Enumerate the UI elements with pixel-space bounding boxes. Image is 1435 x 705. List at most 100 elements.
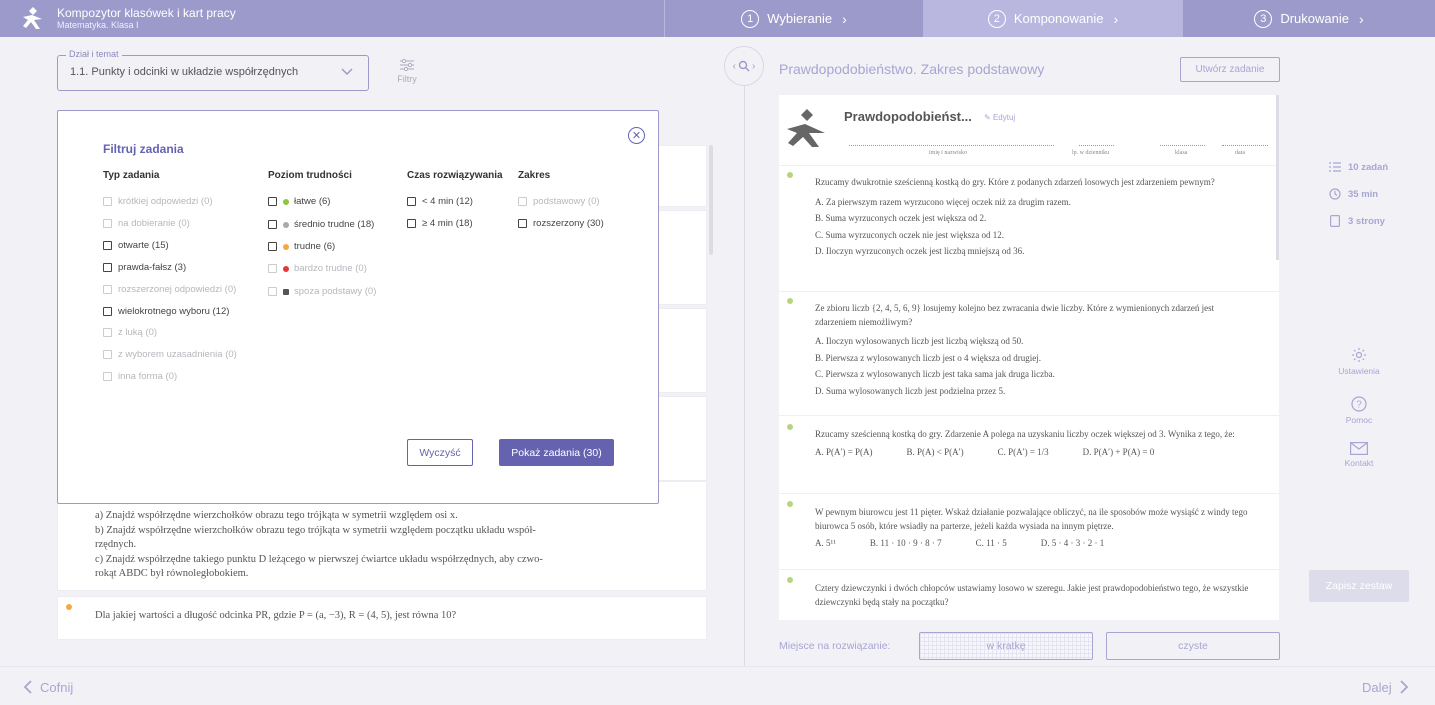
out-of-scope-icon	[283, 288, 289, 295]
checkbox[interactable]	[268, 197, 277, 206]
answer: A. 5¹¹	[815, 538, 836, 548]
option-label: prawda-fałsz (3)	[118, 262, 187, 273]
filter-option[interactable]: krótkiej odpowiedzi (0)	[103, 196, 213, 207]
checkbox[interactable]	[103, 241, 112, 250]
checkbox[interactable]	[268, 242, 277, 251]
answer: B. Suma wyrzuconych oczek jest większa o…	[815, 213, 987, 223]
checkbox[interactable]	[103, 350, 112, 359]
question-item[interactable]: Rzucamy sześcienną kostką do gry. Zdarze…	[779, 415, 1279, 491]
back-button[interactable]: Cofnij	[22, 679, 73, 695]
edit-title-link[interactable]: ✎ Edytuj	[984, 113, 1015, 122]
filter-option[interactable]: podstawowy (0)	[518, 196, 600, 207]
difficulty-dot	[66, 604, 72, 610]
filter-option[interactable]: otwarte (15)	[103, 240, 169, 251]
option-label: z wyborem uzasadnienia (0)	[118, 349, 237, 360]
filter-option[interactable]: spoza podstawy (0)	[268, 286, 376, 297]
preview-toggle-button[interactable]: ‹ ›	[724, 46, 764, 86]
checkbox[interactable]	[103, 372, 112, 381]
task-card[interactable]: Dla jakiej wartości a długość odcinka PR…	[57, 596, 707, 640]
step-komponowanie[interactable]: 2 Komponowanie ›	[923, 0, 1182, 37]
document-scrollbar[interactable]	[1276, 95, 1279, 260]
filter-option[interactable]: < 4 min (12)	[407, 196, 473, 207]
filter-option[interactable]: prawda-fałsz (3)	[103, 262, 186, 273]
filter-option[interactable]: trudne (6)	[268, 241, 335, 252]
filter-option[interactable]: inna forma (0)	[103, 371, 177, 382]
step-wybieranie[interactable]: 1 Wybieranie ›	[664, 0, 923, 37]
grid-space-button[interactable]: w kratkę	[919, 632, 1093, 660]
filter-option[interactable]: ≥ 4 min (18)	[407, 218, 473, 229]
step-label: Wybieranie	[767, 11, 833, 26]
next-label: Dalej	[1362, 679, 1392, 695]
checkbox[interactable]	[407, 219, 416, 228]
save-set-button[interactable]: Zapisz zestaw	[1309, 570, 1409, 602]
question-text: Ze zbioru liczb {2, 4, 5, 6, 9} losujemy…	[815, 303, 1215, 327]
checkbox[interactable]	[518, 197, 527, 206]
sliders-icon	[400, 58, 414, 72]
difficulty-dot	[787, 501, 793, 507]
footer-bar	[0, 666, 1435, 705]
filter-option[interactable]: łatwe (6)	[268, 196, 330, 207]
close-button[interactable]: ✕	[628, 127, 645, 144]
chevron-right-icon: ›	[1113, 10, 1119, 27]
question-item[interactable]: Cztery dziewczynki i dwóch chłopców usta…	[779, 569, 1279, 620]
difficulty-dot	[283, 243, 289, 250]
question-item[interactable]: Rzucamy dwukrotnie sześcienną kostką do …	[779, 165, 1279, 289]
checkbox[interactable]	[103, 263, 112, 272]
logo-icon	[20, 5, 46, 36]
answer: C. 11 · 5	[975, 538, 1007, 548]
checkbox[interactable]	[103, 307, 112, 316]
filter-option[interactable]: bardzo trudne (0)	[268, 263, 367, 274]
contact-link[interactable]: Kontakt	[1333, 442, 1385, 468]
checkbox[interactable]	[103, 285, 112, 294]
filter-option[interactable]: wielokrotnego wyboru (12)	[103, 306, 229, 317]
settings-link[interactable]: Ustawienia	[1333, 347, 1385, 376]
svg-text:?: ?	[1356, 400, 1362, 411]
filter-option[interactable]: średnio trudne (18)	[268, 219, 374, 230]
field-label: klasa	[1175, 150, 1188, 156]
filter-option[interactable]: z wyborem uzasadnienia (0)	[103, 349, 237, 360]
checkbox[interactable]	[268, 220, 277, 229]
checkbox[interactable]	[518, 219, 527, 228]
show-tasks-button[interactable]: Pokaż zadania (30)	[499, 439, 614, 466]
filter-option[interactable]: rozszerzony (30)	[518, 218, 604, 229]
option-label: z luką (0)	[118, 327, 158, 338]
filters-button[interactable]: Filtry	[393, 58, 421, 84]
chevron-right-icon: ›	[842, 10, 847, 27]
close-icon: ✕	[631, 130, 642, 142]
difficulty-dot	[787, 424, 793, 430]
checkbox[interactable]	[407, 197, 416, 206]
answer: A. Za pierwszym razem wyrzucono więcej o…	[815, 196, 1071, 207]
answer: C. P(A′) = 1/3	[997, 446, 1049, 457]
answer: B. P(A) < P(A′)	[906, 446, 964, 457]
filter-option[interactable]: na dobieranie (0)	[103, 218, 190, 229]
option-label: inna forma (0)	[118, 371, 178, 382]
task-list-scrollbar[interactable]	[709, 145, 713, 255]
create-task-button[interactable]: Utwórz zadanie	[1180, 57, 1280, 82]
clear-button[interactable]: Wyczyść	[407, 439, 473, 466]
checkbox[interactable]	[103, 219, 112, 228]
difficulty-dot	[283, 198, 289, 205]
chevron-down-icon[interactable]	[340, 64, 354, 78]
step-drukowanie[interactable]: 3 Drukowanie ›	[1182, 0, 1435, 37]
option-label: krótkiej odpowiedzi (0)	[118, 196, 213, 207]
chevron-right-icon: ›	[752, 60, 756, 72]
topic-value: 1.1. Punkty i odcinki w układzie współrz…	[70, 66, 299, 78]
question-item[interactable]: Ze zbioru liczb {2, 4, 5, 6, 9} losujemy…	[779, 291, 1279, 413]
task-line: c) Znajdź współrzędne takiego punktu D l…	[95, 553, 543, 565]
top-bar: Kompozytor klasówek i kart pracy Matemat…	[0, 0, 1435, 37]
checkbox[interactable]	[268, 287, 277, 296]
chevron-right-icon	[1399, 680, 1408, 694]
blank-space-button[interactable]: czyste	[1106, 632, 1280, 660]
checkbox[interactable]	[268, 264, 277, 273]
question-item[interactable]: W pewnym biurowcu jest 11 pięter. Wskaż …	[779, 493, 1279, 567]
next-button[interactable]: Dalej	[1362, 679, 1410, 695]
checkbox[interactable]	[103, 197, 112, 206]
help-link[interactable]: ? Pomoc	[1333, 396, 1385, 425]
column-head-scope: Zakres	[518, 170, 551, 181]
filter-option[interactable]: z luką (0)	[103, 327, 157, 338]
stat-tasks: 10 zadań	[1329, 161, 1388, 173]
field-label: data	[1235, 150, 1245, 156]
modal-title: Filtruj zadania	[103, 142, 184, 156]
checkbox[interactable]	[103, 328, 112, 337]
filter-option[interactable]: rozszerzonej odpowiedzi (0)	[103, 284, 236, 295]
